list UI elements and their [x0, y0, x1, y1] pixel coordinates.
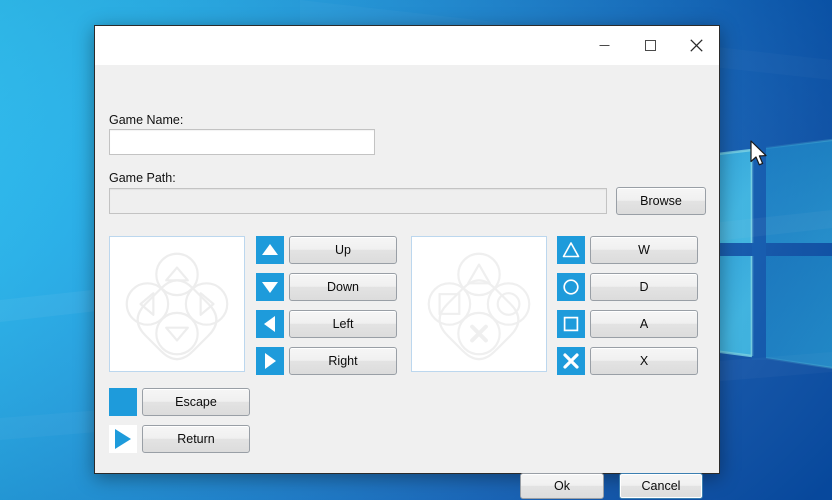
- minimize-button[interactable]: [581, 26, 627, 65]
- extra-button-return[interactable]: Return: [142, 425, 250, 453]
- dpad-preview-panel: [109, 236, 245, 372]
- square-icon: [563, 316, 579, 332]
- arrow-down-icon: [262, 282, 278, 293]
- face-button-square[interactable]: A: [590, 310, 698, 338]
- dialog-client-area: Game Name: Game Path: Browse Up Down Lef…: [95, 65, 719, 499]
- maximize-button[interactable]: [627, 26, 673, 65]
- triangle-icon: [562, 242, 580, 258]
- desktop: Game Name: Game Path: Browse Up Down Lef…: [0, 0, 832, 500]
- face-tile-circle[interactable]: [557, 273, 585, 301]
- game-path-input[interactable]: [109, 188, 607, 214]
- ok-button[interactable]: Ok: [520, 473, 604, 499]
- face-tile-triangle[interactable]: [557, 236, 585, 264]
- game-name-input[interactable]: [109, 129, 375, 155]
- extra-tile-filled-square[interactable]: [109, 388, 137, 416]
- dpad-tile-up[interactable]: [256, 236, 284, 264]
- dpad-button-down[interactable]: Down: [289, 273, 397, 301]
- close-button[interactable]: [673, 26, 719, 65]
- dpad-preview: [125, 252, 229, 361]
- dpad-button-up[interactable]: Up: [289, 236, 397, 264]
- dpad-tile-left[interactable]: [256, 310, 284, 338]
- game-name-label: Game Name:: [109, 113, 184, 127]
- dpad-tile-right[interactable]: [256, 347, 284, 375]
- circle-icon: [563, 279, 579, 295]
- face-button-cross[interactable]: X: [590, 347, 698, 375]
- arrow-cursor: [750, 140, 767, 166]
- face-button-triangle[interactable]: W: [590, 236, 698, 264]
- game-config-dialog: Game Name: Game Path: Browse Up Down Lef…: [94, 25, 720, 499]
- maximize-icon: [644, 40, 656, 51]
- close-icon: [689, 39, 703, 52]
- arrow-left-icon: [264, 316, 275, 332]
- browse-button[interactable]: Browse: [616, 187, 706, 215]
- dpad-button-right[interactable]: Right: [289, 347, 397, 375]
- arrow-up-icon: [262, 244, 278, 255]
- title-bar[interactable]: [95, 26, 719, 65]
- game-path-label: Game Path:: [109, 171, 176, 185]
- extra-button-escape[interactable]: Escape: [142, 388, 250, 416]
- face-button-circle[interactable]: D: [590, 273, 698, 301]
- blue-triangle-right-icon: [115, 429, 131, 449]
- cancel-button[interactable]: Cancel: [619, 473, 703, 499]
- face-buttons-preview-panel: [411, 236, 547, 372]
- face-tile-square[interactable]: [557, 310, 585, 338]
- filled-square-icon: [110, 389, 136, 415]
- extra-tile-triangle-right[interactable]: [109, 425, 137, 453]
- dpad-button-left[interactable]: Left: [289, 310, 397, 338]
- arrow-right-icon: [265, 353, 276, 369]
- cross-icon: [563, 353, 579, 369]
- dpad-tile-down[interactable]: [256, 273, 284, 301]
- minimize-icon: [599, 45, 609, 46]
- playstation-face-buttons-preview: [427, 252, 531, 361]
- face-tile-cross[interactable]: [557, 347, 585, 375]
